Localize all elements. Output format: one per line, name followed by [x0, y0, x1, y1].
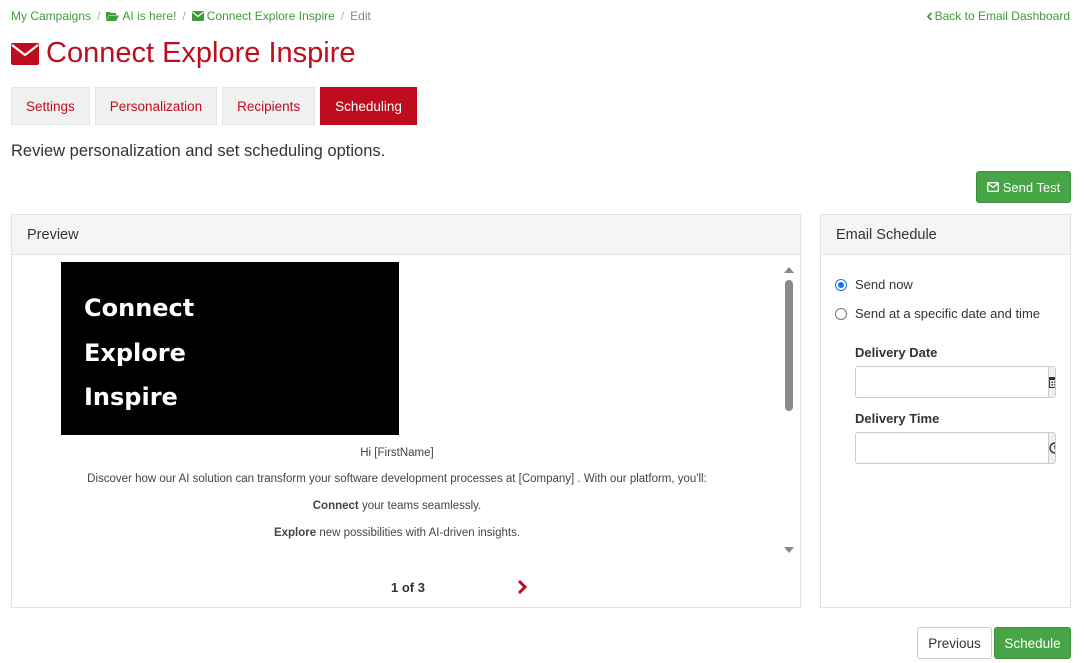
send-test-label: Send Test — [1002, 179, 1061, 195]
delivery-time-label: Delivery Time — [855, 411, 940, 426]
clock-icon — [1049, 442, 1055, 454]
back-link-label: Back to Email Dashboard — [934, 9, 1070, 23]
email-hero-banner: Connect Explore Inspire — [61, 262, 399, 435]
breadcrumb-my-campaigns[interactable]: My Campaigns — [11, 9, 91, 23]
scroll-down-arrow-icon[interactable] — [784, 547, 794, 553]
send-now-label: Send now — [855, 277, 913, 292]
breadcrumb-ai-is-here[interactable]: AI is here! — [106, 9, 176, 23]
send-test-button[interactable]: Send Test — [976, 171, 1071, 203]
calendar-button[interactable] — [1048, 367, 1055, 397]
email-preview[interactable]: Connect Explore Inspire Hi [FirstName] D… — [12, 256, 797, 556]
page-title: Connect Explore Inspire — [11, 37, 356, 70]
send-specific-option[interactable]: Send at a specific date and time — [835, 306, 1040, 321]
delivery-time-input[interactable] — [856, 433, 1048, 463]
page-title-text: Connect Explore Inspire — [46, 37, 356, 69]
breadcrumb-current: Edit — [350, 9, 371, 23]
hero-line: Explore — [84, 338, 186, 367]
next-page-button[interactable] — [516, 579, 528, 600]
send-specific-label: Send at a specific date and time — [855, 306, 1041, 321]
clock-button[interactable] — [1048, 433, 1055, 463]
back-to-dashboard-link[interactable]: Back to Email Dashboard — [926, 9, 1070, 23]
schedule-button[interactable]: Schedule — [994, 627, 1071, 659]
breadcrumb-label: Connect Explore Inspire — [206, 9, 335, 23]
envelope-icon — [191, 11, 204, 21]
send-now-radio[interactable] — [835, 278, 847, 291]
scroll-up-arrow-icon[interactable] — [784, 267, 794, 273]
preview-panel: Preview Connect Explore Inspire Hi [Firs… — [11, 214, 801, 608]
calendar-icon — [1049, 377, 1055, 388]
tab-bar: Settings Personalization Recipients Sche… — [11, 87, 417, 125]
envelope-outline-icon — [986, 182, 999, 192]
send-now-option[interactable]: Send now — [835, 277, 913, 292]
delivery-date-input[interactable] — [856, 367, 1048, 397]
tab-personalization[interactable]: Personalization — [94, 87, 218, 125]
envelope-icon — [11, 42, 39, 65]
breadcrumb-separator: / — [97, 9, 101, 23]
breadcrumb: My Campaigns / AI is here! / Connect Exp… — [11, 9, 371, 23]
preview-heading: Preview — [12, 215, 800, 255]
breadcrumb-separator: / — [340, 9, 345, 23]
folder-open-icon — [106, 12, 120, 21]
tab-scheduling[interactable]: Scheduling — [320, 87, 417, 125]
scroll-thumb[interactable] — [785, 280, 793, 411]
bullet-text: your teams seamlessly. — [358, 500, 482, 512]
schedule-heading: Email Schedule — [821, 215, 1070, 255]
email-schedule-panel: Email Schedule Send now Send at a specif… — [820, 214, 1071, 608]
chevron-right-icon — [517, 579, 528, 595]
email-body: Hi [FirstName] Discover how our AI solut… — [72, 446, 722, 553]
hero-line: Connect — [84, 294, 195, 322]
email-greeting: Hi [FirstName] — [360, 447, 434, 459]
delivery-time-group — [855, 432, 1056, 464]
preview-scrollbar[interactable] — [782, 267, 796, 557]
page-subtitle: Review personalization and set schedulin… — [11, 142, 386, 160]
delivery-date-label: Delivery Date — [855, 345, 938, 360]
tab-settings[interactable]: Settings — [11, 87, 90, 125]
email-bullet: Connect your teams seamlessly. — [72, 499, 722, 514]
send-specific-radio[interactable] — [835, 307, 847, 320]
chevron-left-icon — [926, 11, 932, 21]
breadcrumb-campaign[interactable]: Connect Explore Inspire — [191, 9, 335, 23]
email-bullet: Explore new possibilities with AI-driven… — [72, 526, 722, 541]
breadcrumb-separator: / — [182, 9, 186, 23]
bullet-bold: Connect — [312, 500, 359, 512]
tab-recipients[interactable]: Recipients — [222, 87, 316, 125]
delivery-date-group — [855, 366, 1056, 398]
bullet-text: new possibilities with AI-driven insight… — [316, 527, 521, 539]
breadcrumb-label: AI is here! — [122, 9, 177, 23]
previous-button[interactable]: Previous — [917, 627, 992, 659]
breadcrumb-label: My Campaigns — [11, 9, 92, 23]
hero-line: Inspire — [84, 383, 178, 411]
preview-pager: 1 of 3 — [391, 580, 425, 595]
bullet-bold: Explore — [273, 527, 317, 539]
email-intro: Discover how our AI solution can transfo… — [87, 473, 707, 485]
